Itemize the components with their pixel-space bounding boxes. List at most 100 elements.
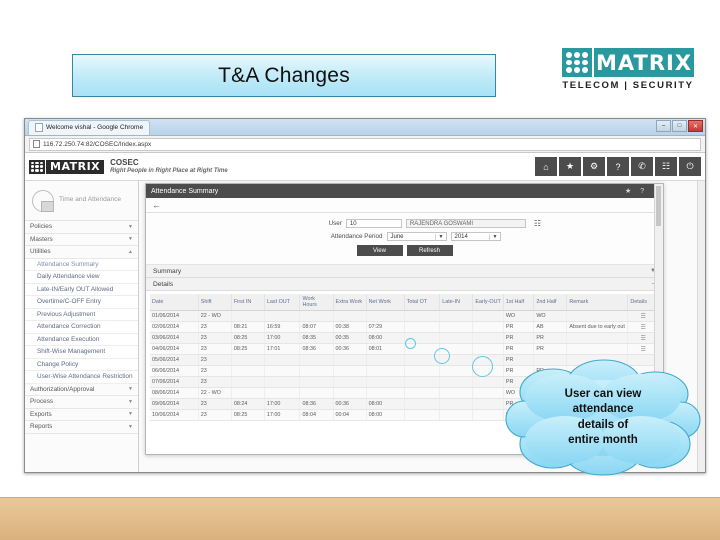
view-button[interactable]: View xyxy=(356,245,403,256)
phone-icon[interactable]: ✆ xyxy=(631,157,653,176)
matrix-wordmark: MATRIX xyxy=(594,48,694,77)
table-cell: 22 - WO xyxy=(198,310,232,322)
table-cell xyxy=(439,409,474,421)
home-icon[interactable]: ⌂ xyxy=(535,157,557,176)
table-cell xyxy=(404,398,441,410)
minimize-button[interactable]: – xyxy=(656,120,671,132)
table-cell: Absent due to early out xyxy=(566,321,629,333)
address-input[interactable]: 116.72.250.74:82/COSEC/Index.aspx xyxy=(29,137,701,151)
table-cell xyxy=(366,387,405,399)
browser-tab[interactable]: Welcome vishal - Google Chrome xyxy=(28,119,151,135)
table-cell: 23 xyxy=(198,398,232,410)
table-cell xyxy=(404,409,441,421)
callout-text: User can view attendance details of enti… xyxy=(505,358,701,476)
app-toolbar: ⌂ ★ ⚙ ? ✆ ☷ ⏻ xyxy=(535,157,701,176)
table-cell xyxy=(333,387,367,399)
month-select[interactable]: June ▼ xyxy=(386,232,447,241)
sidebar-group-label: Masters xyxy=(30,235,53,243)
table-cell: 23 xyxy=(198,376,232,388)
table-column-header: Shift xyxy=(198,294,232,311)
table-cell xyxy=(299,376,334,388)
matrix-logo-row: MATRIX xyxy=(562,48,694,77)
sidebar-item-user-wise-attendance-restriction[interactable]: User-Wise Attendance Restriction xyxy=(25,371,138,384)
table-cell: PR xyxy=(503,321,535,333)
sidebar-group-exports[interactable]: Exports ▼ xyxy=(25,408,138,421)
table-cell: PR xyxy=(503,332,535,344)
year-select[interactable]: 2014 ▼ xyxy=(450,232,501,241)
section-summary-label: Summary xyxy=(153,267,182,275)
table-cell: 04/06/2014 xyxy=(150,343,199,355)
user-row: User 10 RAJENDRA GOSWAMI ☷ xyxy=(146,219,663,228)
refresh-button[interactable]: Refresh xyxy=(406,245,453,256)
gear-icon[interactable]: ⚙ xyxy=(583,157,605,176)
table-row[interactable]: 02/06/2014 23 08:21 16:59 08:07 00:38 07:29 PR A… xyxy=(150,321,659,333)
table-cell xyxy=(231,387,265,399)
section-summary[interactable]: Summary ▼ xyxy=(146,265,663,278)
table-cell: 17:00 xyxy=(264,398,301,410)
user-picker-icon[interactable]: ☷ xyxy=(534,219,541,228)
annotation-circle-1 xyxy=(405,338,416,349)
table-cell: 07:29 xyxy=(366,321,405,333)
table-cell xyxy=(472,387,504,399)
sidebar-item-daily-attendance-view[interactable]: Daily Attendance view xyxy=(25,271,138,284)
sidebar-item-late-in-early-out-allowed[interactable]: Late-IN/Early OUT Allowed xyxy=(25,283,138,296)
sidebar-group-reports[interactable]: Reports ▼ xyxy=(25,421,138,434)
sidebar-item-attendance-summary[interactable]: Attendance Summary xyxy=(25,258,138,271)
month-value: June xyxy=(390,233,404,240)
apps-icon[interactable]: ☷ xyxy=(655,157,677,176)
user-label: User xyxy=(328,220,342,227)
table-cell xyxy=(333,310,367,322)
cosec-logo: MATRIX xyxy=(29,159,105,174)
table-cell: 08:25 xyxy=(231,332,265,344)
help-icon[interactable]: ? xyxy=(607,157,629,176)
table-column-header: Work Hours xyxy=(299,294,334,311)
product-tagline: Right People in Right Place at Right Tim… xyxy=(110,167,228,174)
table-cell: 08:21 xyxy=(231,321,265,333)
table-cell: PR xyxy=(503,343,535,355)
browser-urlbar: 116.72.250.74:82/COSEC/Index.aspx xyxy=(25,136,705,153)
back-button[interactable]: ← xyxy=(146,198,663,213)
sidebar-group-label: Process xyxy=(30,398,54,406)
table-cell: 01/06/2014 xyxy=(150,310,199,322)
table-cell: 08:00 xyxy=(366,398,405,410)
slide-bottom-bar xyxy=(0,497,720,540)
star-icon[interactable]: ★ xyxy=(559,157,581,176)
table-column-header: 1st Half xyxy=(503,294,535,311)
matrix-logo: MATRIX TELECOM | SECURITY xyxy=(562,48,694,92)
close-button[interactable]: ✕ xyxy=(688,120,703,132)
callout-line-4: entire month xyxy=(568,433,638,446)
sidebar-group-masters[interactable]: Masters ▼ xyxy=(25,233,138,246)
sidebar-group-process[interactable]: Process ▼ xyxy=(25,396,138,409)
window-controls: – □ ✕ xyxy=(656,120,703,132)
sidebar-item-previous-adjustment[interactable]: Previous Adjustment xyxy=(25,308,138,321)
table-cell: 08:36 xyxy=(299,343,334,355)
table-cell xyxy=(439,310,474,322)
table-row[interactable]: 01/06/2014 22 - WO WO WO ☰ xyxy=(150,310,659,322)
table-cell xyxy=(366,365,405,377)
chevron-down-icon: ▼ xyxy=(128,386,133,393)
table-row[interactable]: 04/06/2014 23 08:25 17:01 08:36 00:36 08:01 PR P… xyxy=(150,343,659,355)
sidebar-item-attendance-correction[interactable]: Attendance Correction xyxy=(25,321,138,334)
table-cell: 00:36 xyxy=(333,398,367,410)
sidebar-group-authorization-approval[interactable]: Authorization/Approval ▼ xyxy=(25,383,138,396)
scrollbar-thumb[interactable] xyxy=(656,186,661,226)
sidebar-item-overtime-coff-entry[interactable]: Overtime/C-OFF Entry xyxy=(25,296,138,309)
table-cell xyxy=(231,310,265,322)
sidebar-group-policies[interactable]: Policies ▼ xyxy=(25,221,138,234)
sidebar-item-attendance-execution[interactable]: Attendance Execution xyxy=(25,333,138,346)
sidebar-group-utilities[interactable]: Utilities ▲ xyxy=(25,246,138,259)
sidebar-item-shift-wise-management[interactable]: Shift-Wise Management xyxy=(25,346,138,359)
section-details[interactable]: Details ─ xyxy=(146,278,663,291)
chevron-up-icon: ▲ xyxy=(128,248,133,255)
matrix-dots-icon xyxy=(29,159,45,174)
power-icon[interactable]: ⏻ xyxy=(679,157,701,176)
user-id-input[interactable]: 10 xyxy=(345,219,402,228)
table-cell: 22 - WO xyxy=(198,387,232,399)
favorite-icon[interactable]: ★ xyxy=(625,187,631,195)
table-cell xyxy=(404,376,441,388)
sidebar-item-change-policy[interactable]: Change Policy xyxy=(25,358,138,371)
maximize-button[interactable]: □ xyxy=(672,120,687,132)
help-icon[interactable]: ? xyxy=(640,188,644,195)
table-cell xyxy=(333,376,367,388)
callout-cloud: User can view attendance details of enti… xyxy=(505,358,701,476)
